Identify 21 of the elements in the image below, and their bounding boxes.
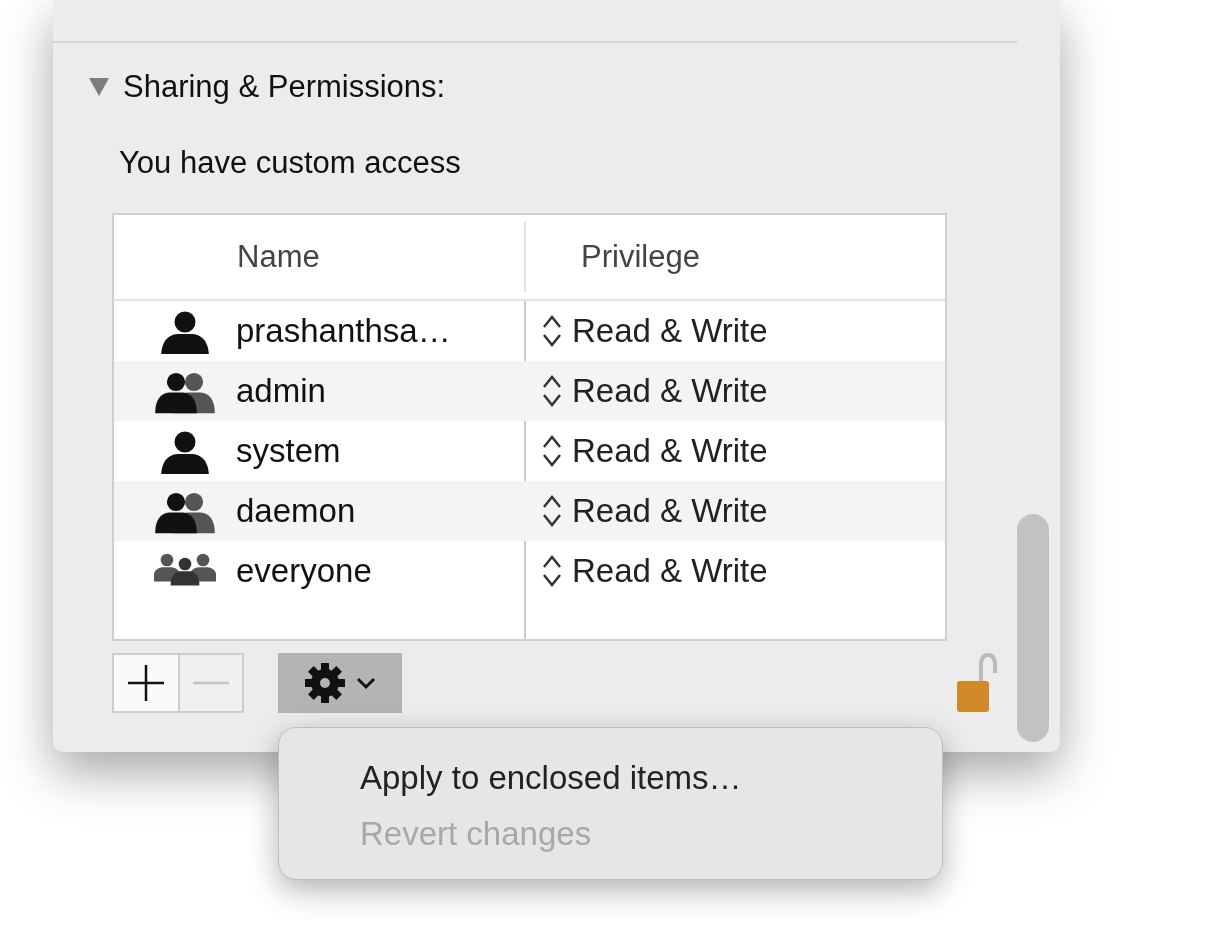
privilege-popup[interactable]: Read & Write xyxy=(572,552,768,590)
table-cell: everyone xyxy=(236,552,372,590)
scrollbar-thumb[interactable] xyxy=(1017,514,1049,742)
table-cell: system xyxy=(236,432,341,470)
action-menu-button[interactable] xyxy=(278,653,402,713)
table-cell: prashanthsa… xyxy=(236,312,451,350)
plus-icon xyxy=(126,663,166,703)
chevron-down-icon xyxy=(355,676,377,690)
minus-icon xyxy=(191,681,231,685)
add-button[interactable] xyxy=(114,655,178,711)
column-header[interactable]: Privilege xyxy=(524,222,945,292)
privilege-popup[interactable]: Read & Write xyxy=(572,432,768,470)
section-title: Sharing & Permissions: xyxy=(123,69,446,105)
table-cell: admin xyxy=(236,372,326,410)
menu-item[interactable]: Apply to enclosed items… xyxy=(279,750,942,806)
privilege-popup[interactable]: Read & Write xyxy=(572,312,768,350)
table-cell: daemon xyxy=(236,492,356,530)
access-text: You have custom access xyxy=(119,145,462,181)
disclosure-triangle-icon[interactable] xyxy=(89,78,109,96)
column-header[interactable]: Name xyxy=(114,222,524,292)
gear-icon xyxy=(303,661,347,705)
